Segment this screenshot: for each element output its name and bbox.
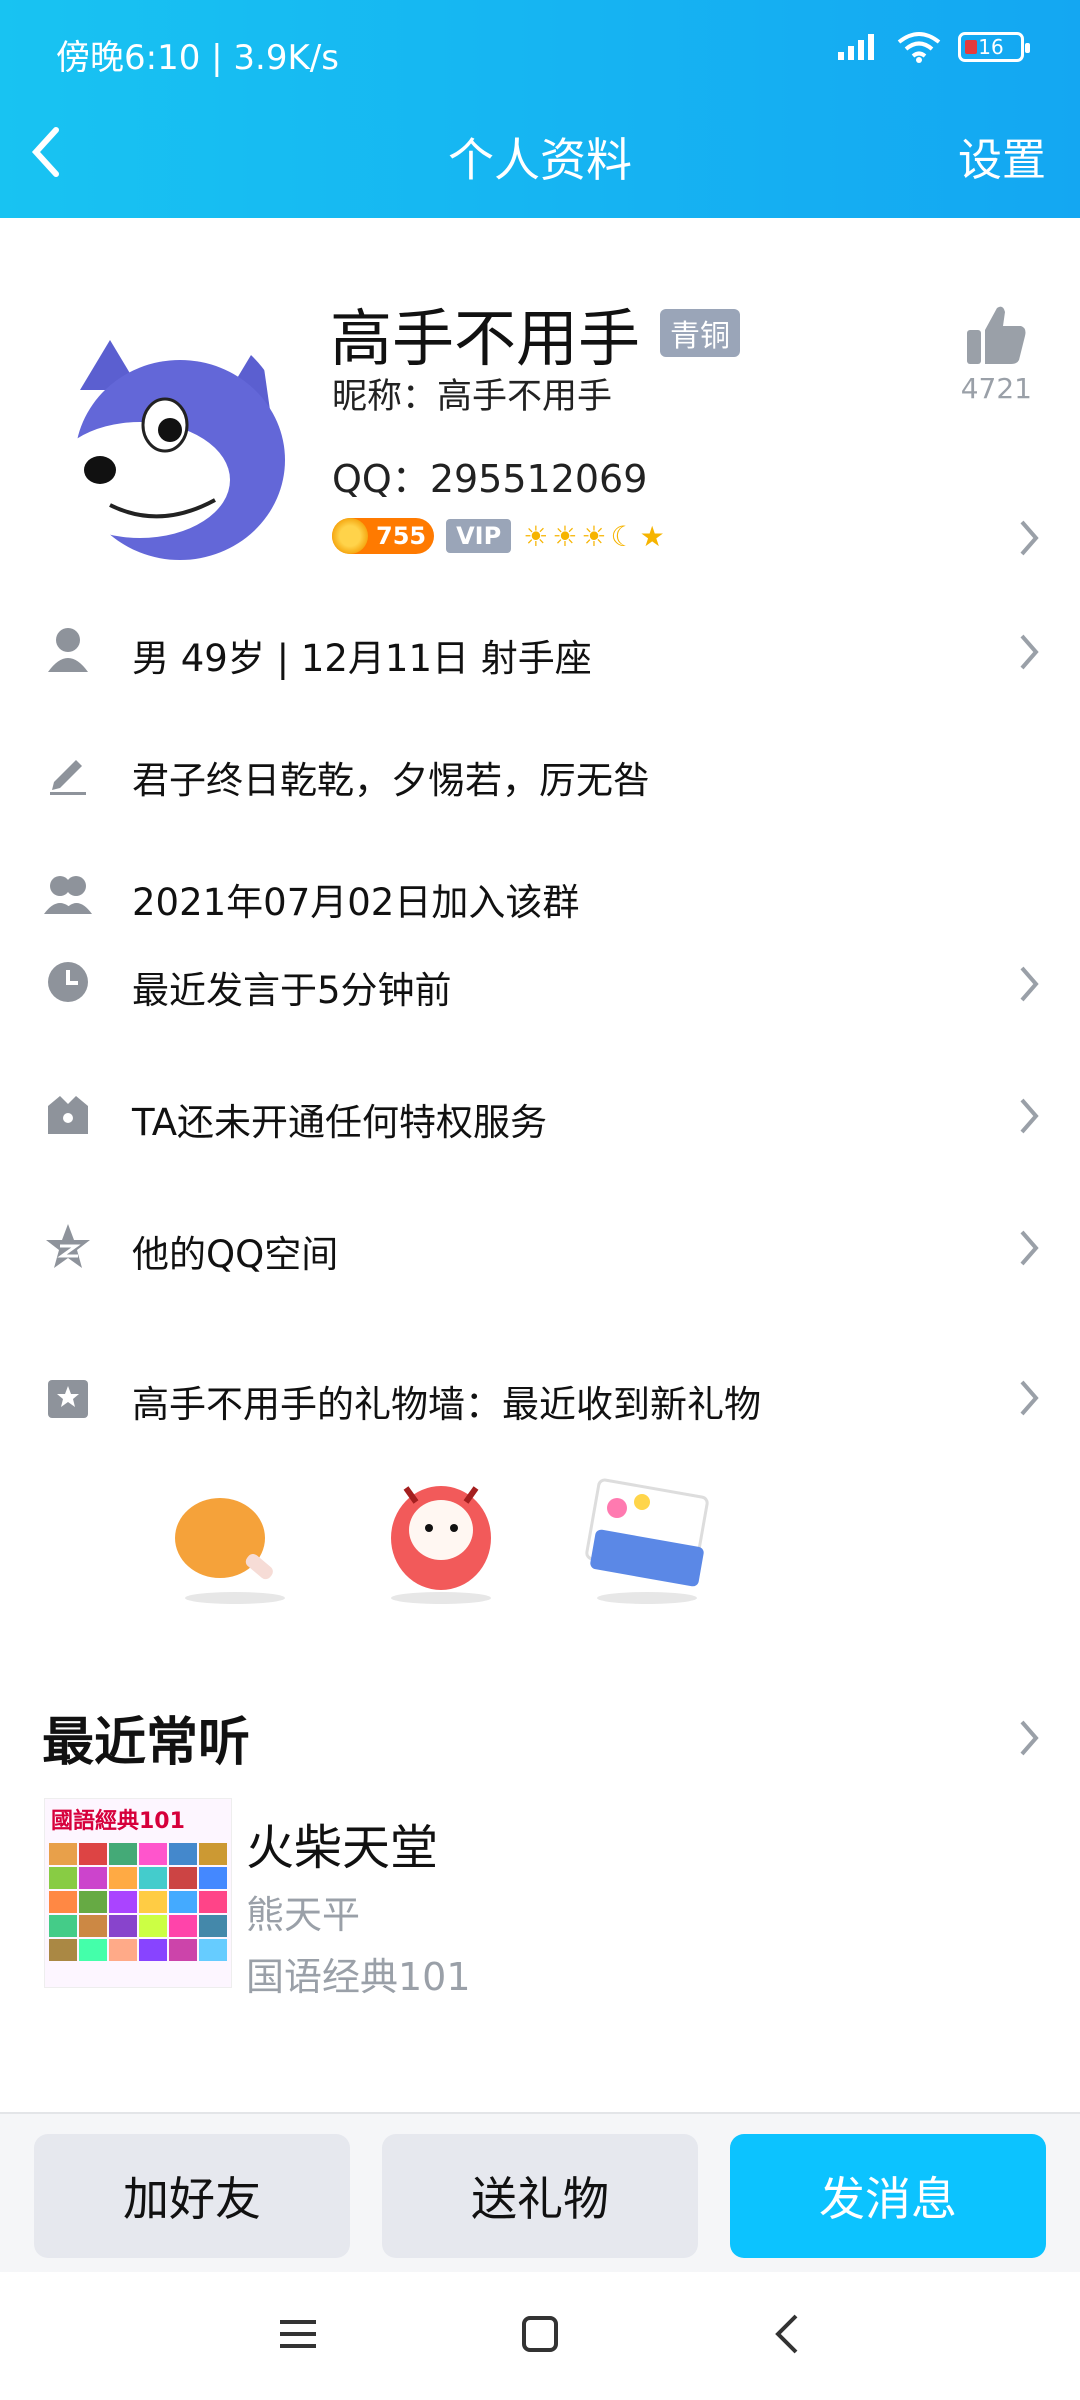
star-icon: ★ xyxy=(639,519,665,553)
basic-info-text: 男 49岁 | 12月11日 射手座 xyxy=(132,637,592,680)
level-badge: 青铜 xyxy=(660,309,741,357)
song-title[interactable]: 火柴天堂 xyxy=(246,1808,438,1878)
chevron-right-icon xyxy=(1020,1380,1039,1416)
signature-row[interactable]: 君子终日乾乾，夕惕若，厉无咎 xyxy=(0,730,1080,820)
gift-list xyxy=(160,1458,722,1608)
coin-icon xyxy=(332,518,368,554)
add-friend-button[interactable]: 加好友 xyxy=(34,2134,350,2258)
battery-level: 16 xyxy=(978,35,1004,59)
settings-button[interactable]: 设置 xyxy=(958,124,1046,188)
back-nav-icon[interactable] xyxy=(772,2312,802,2356)
header-bar: 傍晚6:10 | 3.9K/s 16 个人资料 设置 xyxy=(0,0,1080,218)
group-icon xyxy=(44,876,92,914)
status-icons: 16 xyxy=(836,30,1030,64)
gift-wall-row[interactable]: 高手不用手的礼物墙：最近收到新礼物 xyxy=(0,1354,1080,1444)
nickname: 昵称：高手不用手 xyxy=(332,377,613,417)
fox-avatar-icon xyxy=(50,340,285,560)
chicken-leg-gift-icon[interactable] xyxy=(160,1458,310,1608)
sun-icon: ☀ xyxy=(552,519,578,553)
qzone-row[interactable]: 他的QQ空间 xyxy=(0,1204,1080,1294)
signature-text: 君子终日乾乾，夕惕若，厉无咎 xyxy=(132,759,650,802)
battery-icon: 16 xyxy=(958,32,1030,62)
basic-info-row[interactable]: 男 49岁 | 12月11日 射手座 xyxy=(0,608,1080,698)
qzone-text: 他的QQ空间 xyxy=(132,1233,339,1276)
profile-name: 高手不用手 xyxy=(330,302,641,375)
coin-badge: 755 xyxy=(332,518,435,554)
chevron-right-icon[interactable] xyxy=(1018,1718,1040,1758)
devil-doll-gift-icon[interactable] xyxy=(366,1458,516,1608)
album-cover[interactable]: 國語經典101 xyxy=(44,1798,232,1988)
qzone-star-icon xyxy=(46,1224,90,1268)
profile-name-row: 高手不用手 青铜 xyxy=(330,288,741,378)
gift-wall-text: 高手不用手的礼物墙：最近收到新礼物 xyxy=(132,1383,761,1426)
qq-number: QQ：295512069 xyxy=(332,457,648,501)
crown-box-icon xyxy=(48,1096,88,1134)
chevron-right-icon[interactable] xyxy=(1018,518,1040,558)
last-speak-row[interactable]: 最近发言于5分钟前 xyxy=(0,940,1080,1030)
vip-badge: VIP xyxy=(446,519,512,553)
signal-icon xyxy=(838,34,874,60)
profile-content: 高手不用手 青铜 昵称：高手不用手 QQ：295512069 755 VIP ☀… xyxy=(0,218,1080,2112)
gift-icon xyxy=(48,1380,88,1418)
nav-bar: 个人资料 设置 xyxy=(0,110,1080,190)
menu-icon[interactable] xyxy=(278,2316,318,2352)
coin-count: 755 xyxy=(376,522,427,550)
action-bar: 加好友 送礼物 发消息 xyxy=(0,2112,1080,2272)
page-title: 个人资料 xyxy=(448,133,632,187)
recent-music-title: 最近常听 xyxy=(42,1713,251,1773)
clock-icon xyxy=(48,962,88,1002)
joined-row: 2021年07月02日加入该群 xyxy=(0,852,1080,942)
song-artist: 熊天平 xyxy=(246,1893,361,1937)
chevron-right-icon xyxy=(1020,1230,1039,1266)
sun-icon: ☀ xyxy=(581,519,607,553)
like-button[interactable]: 4721 xyxy=(961,304,1032,405)
chevron-right-icon xyxy=(1020,966,1039,1002)
album-cover-grid xyxy=(45,1839,231,1965)
chevron-right-icon xyxy=(1020,634,1039,670)
send-message-button[interactable]: 发消息 xyxy=(730,2134,1046,2258)
thumbs-up-icon xyxy=(967,306,1026,364)
last-speak-text: 最近发言于5分钟前 xyxy=(132,969,452,1012)
send-gift-button[interactable]: 送礼物 xyxy=(382,2134,698,2258)
pencil-icon xyxy=(50,760,86,795)
badges-row[interactable]: 755 VIP ☀ ☀ ☀ ☾ ★ xyxy=(332,518,665,554)
birthday-card-gift-icon[interactable] xyxy=(572,1458,722,1608)
chevron-right-icon xyxy=(1020,1098,1039,1134)
wifi-icon xyxy=(897,32,941,63)
joined-text: 2021年07月02日加入该群 xyxy=(132,881,580,924)
avatar[interactable] xyxy=(40,320,290,575)
home-icon[interactable] xyxy=(520,2314,560,2354)
privilege-text: TA还未开通任何特权服务 xyxy=(132,1101,548,1144)
album-cover-title: 國語經典101 xyxy=(51,1809,185,1834)
song-album: 国语经典101 xyxy=(246,1955,471,1999)
status-time: 傍晚6:10 | 3.9K/s xyxy=(56,38,339,78)
sun-icon: ☀ xyxy=(523,519,549,553)
person-icon xyxy=(48,628,88,672)
privilege-row[interactable]: TA还未开通任何特权服务 xyxy=(0,1072,1080,1162)
level-icons: ☀ ☀ ☀ ☾ ★ xyxy=(523,520,665,553)
moon-icon: ☾ xyxy=(610,519,636,553)
like-count: 4721 xyxy=(960,372,1032,405)
system-navbar xyxy=(0,2272,1080,2400)
